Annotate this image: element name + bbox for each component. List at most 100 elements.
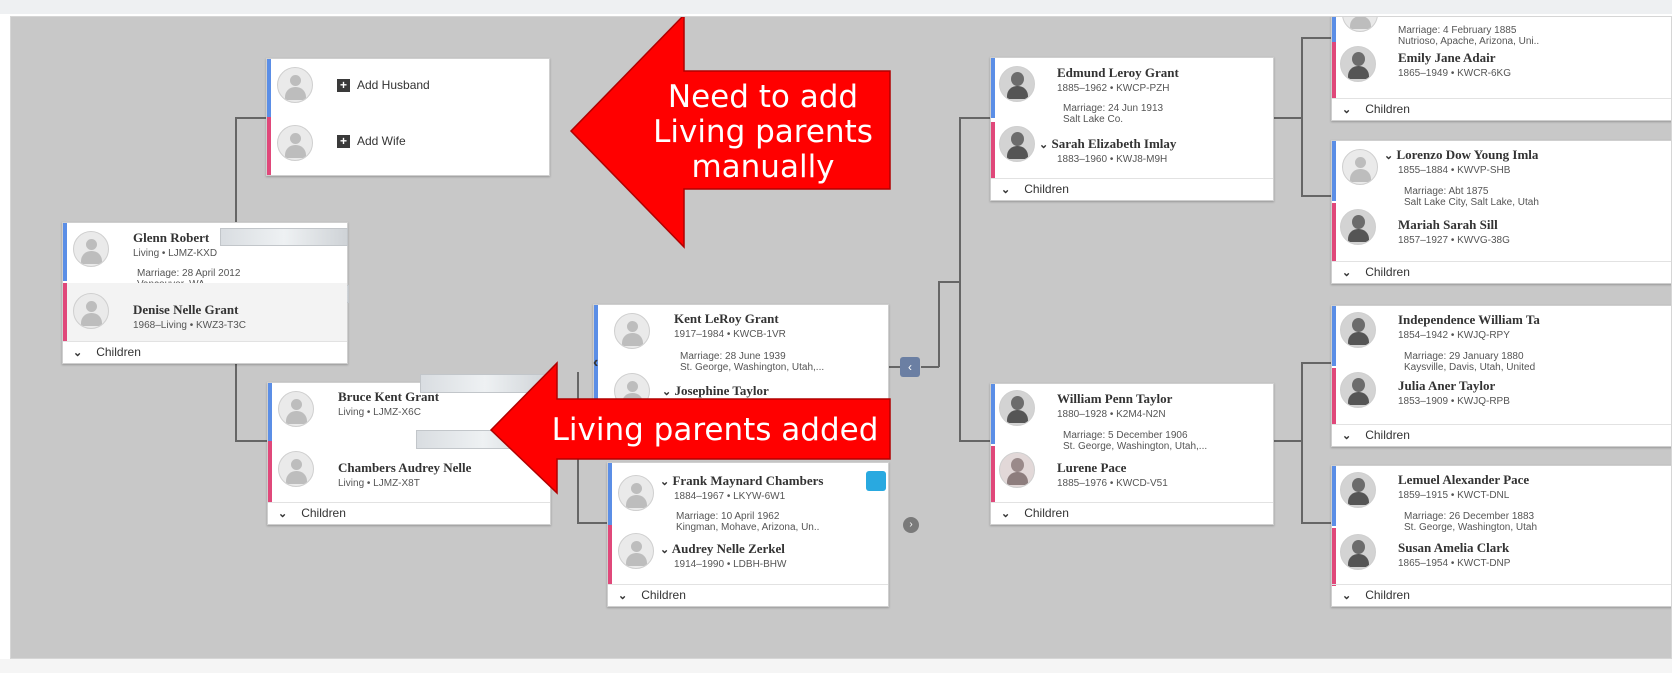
person-row[interactable]: Denise Nelle Grant 1968–Living • KWZ3-T3… — [63, 283, 347, 341]
person-name[interactable]: Kent LeRoy Grant — [674, 311, 779, 327]
person-name[interactable]: Julia Aner Taylor — [1398, 378, 1495, 394]
marriage-date: Marriage: 26 December 1883 — [1404, 511, 1535, 522]
person-info: Living • LJMZ-KXD — [133, 248, 218, 259]
person-placeholder-icon — [73, 231, 109, 267]
person-info: 1885–1976 • KWCD-V51 — [1057, 478, 1168, 489]
chevron-down-icon[interactable]: ⌄ — [660, 544, 669, 556]
chevron-down-icon[interactable]: ⌄ — [1384, 150, 1393, 162]
annotation-text-bottom: Living parents added — [551, 412, 879, 448]
person-name[interactable]: ⌄ Lorenzo Dow Young Imla — [1384, 147, 1538, 163]
redacted-surname — [420, 374, 550, 393]
person-row[interactable]: Edmund Leroy Grant 1885–1962 • KWCP-PZH … — [991, 58, 1273, 125]
chevron-down-icon[interactable]: ⌄ — [662, 386, 671, 398]
person-name[interactable]: Independence William Ta — [1398, 312, 1540, 328]
person-photo — [1340, 209, 1376, 245]
expand-ancestors-icon[interactable]: › — [903, 517, 919, 533]
person-row[interactable]: Mariah Sarah Sill 1857–1927 • KWVG-38G — [1332, 203, 1671, 261]
children-toggle[interactable]: ⌄ Children — [268, 502, 550, 524]
marriage-date: Marriage: Abt 1875 — [1404, 186, 1489, 197]
person-name[interactable]: ⌄ Frank Maynard Chambers — [660, 473, 823, 489]
add-icon[interactable]: + — [337, 135, 350, 148]
person-row[interactable]: Lemuel Alexander Pace 1859–1915 • KWCT-D… — [1332, 466, 1671, 533]
connector-line — [959, 117, 961, 442]
chevron-down-icon[interactable]: ⌄ — [1039, 139, 1048, 151]
person-info: 1853–1909 • KWJQ-RPB — [1398, 396, 1510, 407]
person-row[interactable]: ⌄ Sarah Elizabeth Imlay 1883–1960 • KWJ8… — [991, 122, 1273, 178]
tree-canvas[interactable]: + Add Husband + Add Wife Glenn Robert Li… — [10, 16, 1672, 659]
children-label: Children — [1365, 265, 1410, 279]
expand-ancestors-icon[interactable]: ‹ — [900, 357, 920, 377]
person-row[interactable]: ⌄ Audrey Nelle Zerkel 1914–1990 • LDBH-B… — [608, 525, 888, 585]
person-name[interactable]: Glenn Robert — [133, 230, 209, 246]
children-toggle[interactable]: ⌄ Children — [63, 341, 347, 363]
person-row[interactable]: Chambers Audrey Nelle Living • LJMZ-X8T — [268, 441, 550, 502]
person-name[interactable]: Mariah Sarah Sill — [1398, 217, 1498, 233]
add-wife-button[interactable]: Add Wife — [357, 134, 406, 148]
add-wife-row[interactable]: + Add Wife — [267, 117, 549, 175]
person-row[interactable]: Susan Amelia Clark 1865–1954 • KWCT-DNP — [1332, 528, 1671, 586]
children-toggle[interactable]: ⌄ Children — [991, 502, 1273, 524]
person-info: 1884–1967 • LKYW-6W1 — [674, 491, 786, 502]
marriage-date: Marriage: 10 April 1962 — [676, 511, 780, 522]
marriage-date: Marriage: 29 January 1880 — [1404, 351, 1524, 362]
chevron-down-icon: ⌄ — [73, 347, 83, 359]
person-name[interactable]: Lemuel Alexander Pace — [1398, 472, 1529, 488]
person-info: Living • LJMZ-X6C — [338, 407, 421, 418]
person-placeholder-icon — [1342, 149, 1378, 185]
person-photo — [999, 452, 1035, 488]
marriage-place: St. George, Washington, Utah,... — [680, 362, 825, 373]
person-placeholder-icon — [618, 475, 654, 511]
person-photo — [1340, 534, 1376, 570]
chevron-down-icon: ⌄ — [1342, 590, 1352, 602]
person-name[interactable]: Susan Amelia Clark — [1398, 540, 1509, 556]
marriage-date: Marriage: 24 Jun 1913 — [1063, 103, 1164, 114]
person-name[interactable]: ⌄ Audrey Nelle Zerkel — [660, 541, 785, 557]
children-toggle[interactable]: ⌄ Children — [1332, 584, 1671, 606]
person-name[interactable]: ⌄ Josephine Taylor — [662, 383, 769, 399]
person-name[interactable]: Lurene Pace — [1057, 460, 1126, 476]
collapse-left-icon[interactable]: ‹ — [593, 354, 598, 372]
person-row[interactable]: ⌄ Lorenzo Dow Young Imla 1855–1884 • KWV… — [1332, 141, 1671, 208]
person-info: 1880–1928 • K2M4-N2N — [1057, 409, 1166, 420]
person-row[interactable]: Julia Aner Taylor 1853–1909 • KWJQ-RPB — [1332, 368, 1671, 424]
children-toggle[interactable]: ⌄ Children — [1332, 424, 1671, 446]
add-husband-button[interactable]: Add Husband — [357, 78, 430, 92]
children-toggle[interactable]: ⌄ Children — [608, 584, 888, 606]
person-info: 1917–1984 • KWCB-1VR — [674, 329, 786, 340]
add-husband-row[interactable]: + Add Husband — [267, 59, 549, 117]
children-toggle[interactable]: ⌄ Children — [1332, 261, 1671, 283]
parents-couple-card: Bruce Kent Grant Living • LJMZ-X6C Chamb… — [267, 374, 551, 525]
annotation-text-top: Need to add Living parents manually — [653, 79, 873, 185]
person-row[interactable]: Emily Jane Adair 1865–1949 • KWCR-6KG — [1332, 42, 1671, 98]
connector-line — [1301, 37, 1331, 39]
person-name[interactable]: Edmund Leroy Grant — [1057, 65, 1179, 81]
connector-line — [1273, 117, 1303, 119]
children-toggle[interactable]: ⌄ Children — [1332, 98, 1671, 120]
children-toggle[interactable]: ⌄ Children — [991, 178, 1273, 200]
person-name[interactable]: William Penn Taylor — [1057, 391, 1172, 407]
status-strip — [0, 659, 1672, 673]
person-row[interactable]: Independence William Ta 1854–1942 • KWJQ… — [1332, 306, 1671, 373]
add-icon[interactable]: + — [337, 79, 350, 92]
ancestor-couple-card: Independence William Ta 1854–1942 • KWJQ… — [1331, 305, 1671, 447]
chevron-down-icon[interactable]: ⌄ — [660, 476, 669, 488]
notes-icon[interactable] — [866, 471, 886, 491]
great-grandparents-card: Edmund Leroy Grant 1885–1962 • KWCP-PZH … — [990, 57, 1274, 201]
person-photo — [999, 390, 1035, 426]
person-row[interactable]: William Penn Taylor 1880–1928 • K2M4-N2N… — [991, 384, 1273, 452]
person-row[interactable]: Lurene Pace 1885–1976 • KWCD-V51 — [991, 446, 1273, 502]
chevron-down-icon: ⌄ — [1001, 508, 1011, 520]
person-info: 1855–1884 • KWVP-SHB — [1398, 165, 1511, 176]
redacted-surname — [220, 228, 348, 246]
person-name[interactable]: Chambers Audrey Nelle — [338, 460, 471, 476]
add-parents-card: + Add Husband + Add Wife — [266, 58, 550, 176]
connector-line — [1301, 522, 1331, 524]
person-placeholder-icon — [614, 313, 650, 349]
children-label: Children — [301, 506, 346, 520]
person-name[interactable]: ⌄ Sarah Elizabeth Imlay — [1039, 136, 1176, 152]
person-info: Living • LJMZ-X8T — [338, 478, 420, 489]
person-name[interactable]: Denise Nelle Grant — [133, 302, 238, 318]
person-name[interactable]: Emily Jane Adair — [1398, 50, 1496, 66]
person-row[interactable]: Kent LeRoy Grant 1917–1984 • KWCB-1VR Ma… — [594, 305, 888, 408]
children-label: Children — [1365, 102, 1410, 116]
